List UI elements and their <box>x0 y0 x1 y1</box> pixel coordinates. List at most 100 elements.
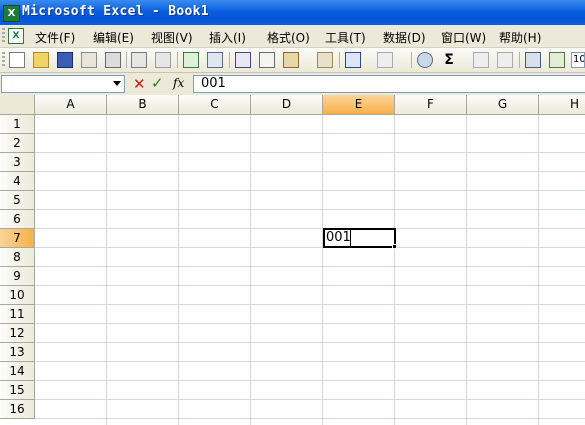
redo-icon[interactable] <box>377 52 393 68</box>
row-header-12[interactable]: 12 <box>0 324 35 343</box>
gridline <box>35 171 585 172</box>
drawing-icon[interactable] <box>549 52 565 68</box>
open-icon[interactable] <box>33 52 49 68</box>
cut-icon[interactable] <box>235 52 251 68</box>
column-header-h[interactable]: H <box>539 95 585 115</box>
menu-insert[interactable]: 插入(I) <box>209 29 246 46</box>
name-box[interactable] <box>1 75 125 93</box>
gridline <box>35 323 585 324</box>
gridline <box>538 115 539 425</box>
gridline <box>35 361 585 362</box>
menu-data[interactable]: 数据(D) <box>383 29 426 46</box>
gridline <box>35 247 585 248</box>
zoom-box[interactable]: 10 <box>571 52 585 68</box>
row-header-6[interactable]: 6 <box>0 210 35 229</box>
column-header-b[interactable]: B <box>107 95 179 115</box>
cell-edit-box[interactable]: 001 <box>324 229 351 247</box>
excel-logo-icon[interactable]: X <box>3 5 20 22</box>
enter-button[interactable]: ✓ <box>151 74 164 92</box>
text-cursor <box>350 231 351 245</box>
research-book-icon[interactable] <box>207 52 223 68</box>
row-header-16[interactable]: 16 <box>0 400 35 419</box>
name-box-dropdown-icon[interactable] <box>113 81 121 86</box>
gridline <box>35 418 585 419</box>
row-header-9[interactable]: 9 <box>0 267 35 286</box>
gridline <box>250 115 251 425</box>
paste-dropdown-icon[interactable] <box>305 52 313 68</box>
print-icon[interactable] <box>105 52 121 68</box>
row-header-15[interactable]: 15 <box>0 381 35 400</box>
column-header-c[interactable]: C <box>179 95 251 115</box>
row-header-13[interactable]: 13 <box>0 343 35 362</box>
column-header-g[interactable]: G <box>467 95 539 115</box>
menu-window[interactable]: 窗口(W) <box>441 29 486 46</box>
menu-help[interactable]: 帮助(H) <box>499 29 541 46</box>
format-painter-icon[interactable] <box>317 52 333 68</box>
gridline <box>35 399 585 400</box>
row-header-2[interactable]: 2 <box>0 134 35 153</box>
workbook-icon[interactable]: X <box>8 28 24 44</box>
column-header-d[interactable]: D <box>251 95 323 115</box>
row-header-1[interactable]: 1 <box>0 115 35 134</box>
gridline <box>178 115 179 425</box>
row-header-3[interactable]: 3 <box>0 153 35 172</box>
standard-toolbar: Σ 10 <box>0 48 585 73</box>
toolbar-separator <box>339 52 340 68</box>
column-header-e[interactable]: E <box>323 95 395 115</box>
gridline <box>35 209 585 210</box>
select-all-corner[interactable] <box>0 95 35 115</box>
gridline <box>35 152 585 153</box>
column-header-a[interactable]: A <box>35 95 107 115</box>
new-icon[interactable] <box>9 52 25 68</box>
toolbar-grip-handle[interactable] <box>2 52 5 68</box>
gridline <box>394 115 395 425</box>
toolbar-separator <box>126 52 127 68</box>
toolbar-separator <box>519 52 520 68</box>
row-header-7[interactable]: 7 <box>0 229 35 248</box>
sort-ascending-icon[interactable] <box>473 52 489 68</box>
insert-function-button[interactable]: fx <box>173 76 184 90</box>
row-header-8[interactable]: 8 <box>0 248 35 267</box>
research-icon[interactable] <box>155 52 171 68</box>
column-header-f[interactable]: F <box>395 95 467 115</box>
gridline <box>35 133 585 134</box>
gridline <box>35 304 585 305</box>
menu-tools[interactable]: 工具(T) <box>325 29 366 46</box>
gridline <box>35 285 585 286</box>
gridline <box>106 115 107 425</box>
worksheet-grid[interactable]: A B C D E F G H 1 2 3 4 5 6 7 8 9 10 11 12 13 14 15 16 001 <box>0 95 585 425</box>
gridline <box>466 115 467 425</box>
row-header-5[interactable]: 5 <box>0 191 35 210</box>
fill-handle[interactable] <box>392 244 397 249</box>
row-header-10[interactable]: 10 <box>0 286 35 305</box>
copy-icon[interactable] <box>259 52 275 68</box>
row-header-11[interactable]: 11 <box>0 305 35 324</box>
gridline <box>322 115 323 425</box>
toolbar-separator <box>229 52 230 68</box>
hyperlink-icon[interactable] <box>417 52 433 68</box>
chart-wizard-icon[interactable] <box>525 52 541 68</box>
menu-edit[interactable]: 编辑(E) <box>93 29 134 46</box>
paste-icon[interactable] <box>283 52 299 68</box>
menu-grip-handle[interactable] <box>2 28 5 44</box>
permission-icon[interactable] <box>81 52 97 68</box>
formula-input[interactable]: 001 <box>193 75 585 93</box>
formula-bar: ✕ ✓ fx 001 <box>0 73 585 95</box>
print-preview-icon[interactable] <box>131 52 147 68</box>
gridline <box>35 228 585 229</box>
gridline <box>35 266 585 267</box>
title-bar: X Microsoft Excel - Book1 <box>0 0 585 25</box>
sort-descending-icon[interactable] <box>497 52 513 68</box>
spelling-icon[interactable] <box>183 52 199 68</box>
save-icon[interactable] <box>57 52 73 68</box>
cancel-entry-button[interactable]: ✕ <box>133 75 146 93</box>
autosum-icon[interactable]: Σ <box>441 52 457 68</box>
menu-format[interactable]: 格式(O) <box>267 29 310 46</box>
toolbar-separator <box>177 52 178 68</box>
row-header-14[interactable]: 14 <box>0 362 35 381</box>
gridline <box>35 380 585 381</box>
row-header-4[interactable]: 4 <box>0 172 35 191</box>
undo-icon[interactable] <box>345 52 361 68</box>
menu-file[interactable]: 文件(F) <box>35 29 75 46</box>
menu-view[interactable]: 视图(V) <box>151 29 193 46</box>
